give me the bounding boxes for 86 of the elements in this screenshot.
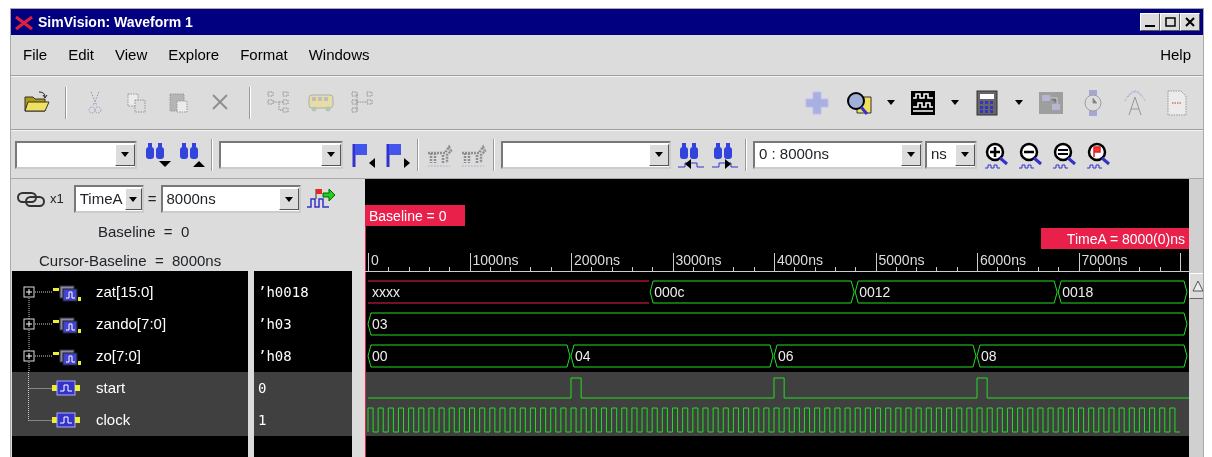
signal-value: ’h0018 xyxy=(257,282,309,302)
time-label: 1000ns xyxy=(472,252,519,268)
close-icon xyxy=(1184,16,1196,28)
caret-icon[interactable] xyxy=(1015,100,1023,106)
signal-icon xyxy=(52,378,82,398)
zoom-fit-icon[interactable] xyxy=(1051,140,1079,169)
time-label: 6000ns xyxy=(980,252,1026,268)
caret-icon xyxy=(121,152,129,157)
signal-name[interactable]: zat[15:0] xyxy=(96,280,154,304)
zoom-in-icon[interactable] xyxy=(983,140,1011,169)
multiplier-label: x1 xyxy=(50,190,64,209)
close-button[interactable] xyxy=(1180,13,1200,31)
bus-value: 0012 xyxy=(859,284,891,300)
cursor-dropdown[interactable]: TimeA xyxy=(73,185,144,213)
equals-label: = xyxy=(147,188,157,209)
bus-value: 04 xyxy=(575,348,591,364)
search-dropdown[interactable] xyxy=(219,140,343,169)
zoom-out-icon[interactable] xyxy=(1017,140,1045,169)
minimize-button[interactable] xyxy=(1140,13,1160,31)
search-dropdown[interactable] xyxy=(15,140,137,169)
signal-value: ’h03 xyxy=(257,314,292,334)
bus-signal-icon xyxy=(52,282,82,302)
signal-value: 1 xyxy=(257,410,267,430)
time-label: 7000ns xyxy=(1081,252,1128,268)
signal-value: ’h08 xyxy=(257,346,292,366)
menu-item[interactable]: Format xyxy=(240,43,288,67)
bus-value: 00 xyxy=(372,348,388,364)
caret-icon xyxy=(284,196,293,202)
bus-value: 08 xyxy=(981,348,997,364)
signal-name[interactable]: start xyxy=(96,376,126,400)
binoculars-right-icon[interactable] xyxy=(711,140,739,169)
menu-item[interactable]: Windows xyxy=(308,43,370,67)
arrow-up-icon xyxy=(1192,280,1203,292)
signal-name[interactable]: clock xyxy=(96,408,131,432)
time-label: 2000ns xyxy=(574,252,620,268)
caret-icon xyxy=(961,152,969,157)
zoom-flag-icon[interactable] xyxy=(1085,140,1113,169)
cursor-marker-icon[interactable] xyxy=(304,187,337,211)
time-label: 4000ns xyxy=(777,252,823,268)
link-icon[interactable] xyxy=(16,189,46,209)
scrollbar[interactable] xyxy=(1189,179,1203,457)
cursor-time-dropdown[interactable]: 8000ns xyxy=(160,185,301,213)
time-label: 3000ns xyxy=(675,252,722,268)
minimize-icon xyxy=(1144,25,1156,27)
baseline-label: Baseline = 0 xyxy=(98,222,190,242)
binoculars-down-icon[interactable] xyxy=(143,140,171,169)
menu-item[interactable]: Edit xyxy=(68,43,95,67)
binoculars-up-icon[interactable] xyxy=(177,140,205,169)
menu-item[interactable]: View xyxy=(115,43,148,67)
menu-item[interactable]: File xyxy=(23,43,48,67)
bus-signal-icon xyxy=(52,346,82,366)
window-title: SimVision: Waveform 1 xyxy=(38,12,193,32)
scroll-up-button[interactable] xyxy=(1189,273,1203,299)
bus-value: 0018 xyxy=(1062,284,1094,300)
time-range-dropdown[interactable]: 0 : 8000ns xyxy=(753,140,923,169)
binoculars-left-icon[interactable] xyxy=(677,140,705,169)
bus-value: 03 xyxy=(372,316,388,332)
cursor-baseline-label: Cursor-Baseline = 8000ns xyxy=(39,250,222,271)
waveform-icon[interactable] xyxy=(909,89,937,117)
bus-signal-icon xyxy=(52,314,82,334)
caret-icon xyxy=(129,196,138,202)
bus-value: xxxx xyxy=(372,284,400,300)
signal-icon xyxy=(52,410,82,430)
cursor-flag[interactable]: TimeA = 8000(0)ns xyxy=(1041,228,1189,249)
baseline-flag[interactable]: Baseline = 0 xyxy=(365,205,465,226)
caret-icon[interactable] xyxy=(951,100,959,106)
search-dropdown[interactable] xyxy=(501,140,671,169)
app-logo-icon xyxy=(14,14,34,31)
menu-item[interactable]: Explore xyxy=(168,43,220,67)
bus-value: 06 xyxy=(778,348,794,364)
menu-item[interactable]: Help xyxy=(1160,43,1191,67)
signal-name[interactable]: zando[7:0] xyxy=(96,312,167,336)
calculator-icon[interactable] xyxy=(973,89,1001,117)
time-label: 0 xyxy=(371,252,379,268)
caret-icon xyxy=(907,152,915,157)
caret-icon xyxy=(327,152,335,157)
bus-value: 000c xyxy=(654,284,685,300)
time-label: 5000ns xyxy=(878,252,925,268)
maximize-button[interactable] xyxy=(1160,13,1180,31)
caret-icon[interactable] xyxy=(887,100,895,106)
magnifier-folder-icon[interactable] xyxy=(845,89,873,117)
time-unit-dropdown[interactable]: ns xyxy=(925,140,977,169)
caret-icon xyxy=(655,152,663,157)
signal-name[interactable]: zo[7:0] xyxy=(96,344,142,368)
signal-value: 0 xyxy=(257,378,267,398)
maximize-icon xyxy=(1164,16,1176,28)
